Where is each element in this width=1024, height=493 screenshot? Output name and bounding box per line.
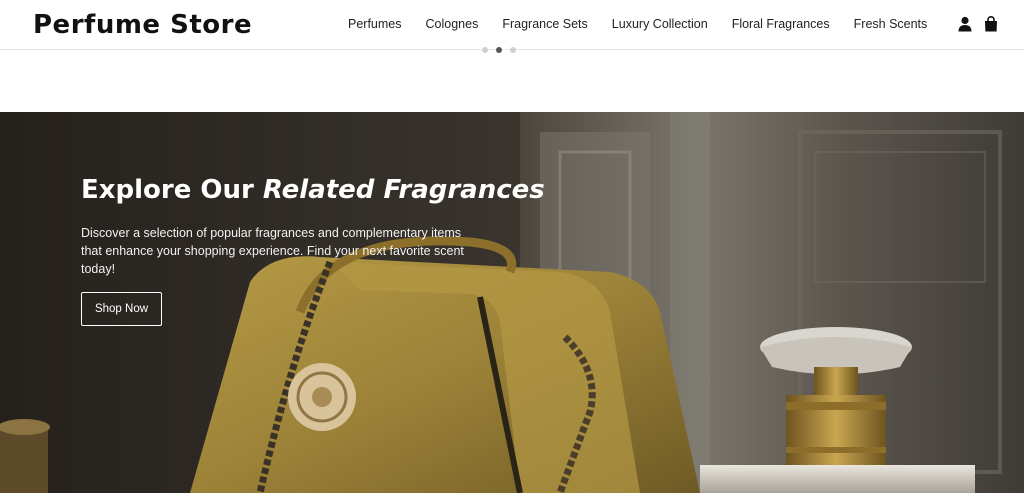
hero-banner: Explore Our Related Fragrances Discover …: [0, 112, 1024, 493]
shop-now-button[interactable]: Shop Now: [81, 292, 162, 326]
hero-content: Explore Our Related Fragrances Discover …: [81, 172, 545, 326]
carousel-dot-active[interactable]: [496, 47, 502, 53]
nav-item-luxury-collection[interactable]: Luxury Collection: [612, 15, 708, 33]
site-header: Perfume Store Perfumes Colognes Fragranc…: [0, 0, 1024, 50]
site-logo[interactable]: Perfume Store: [33, 9, 252, 41]
hero-title-plain: Explore Our: [81, 175, 263, 205]
carousel-dot[interactable]: [482, 47, 488, 53]
main-nav: Perfumes Colognes Fragrance Sets Luxury …: [348, 15, 927, 33]
carousel-dot[interactable]: [510, 47, 516, 53]
nav-item-perfumes[interactable]: Perfumes: [348, 15, 402, 33]
hero-title: Explore Our Related Fragrances: [81, 172, 545, 208]
user-icon[interactable]: [958, 16, 972, 32]
carousel-indicator-strip: [0, 47, 1024, 112]
carousel-dots: [482, 47, 516, 53]
nav-item-fragrance-sets[interactable]: Fragrance Sets: [502, 15, 587, 33]
hero-description: Discover a selection of popular fragranc…: [81, 226, 464, 276]
nav-item-fresh-scents[interactable]: Fresh Scents: [854, 15, 928, 33]
header-actions: [958, 16, 998, 32]
nav-item-floral-fragrances[interactable]: Floral Fragrances: [732, 15, 830, 33]
shopping-bag-icon[interactable]: [984, 16, 998, 32]
nav-item-colognes[interactable]: Colognes: [426, 15, 479, 33]
hero-title-emphasis: Related Fragrances: [262, 175, 545, 205]
